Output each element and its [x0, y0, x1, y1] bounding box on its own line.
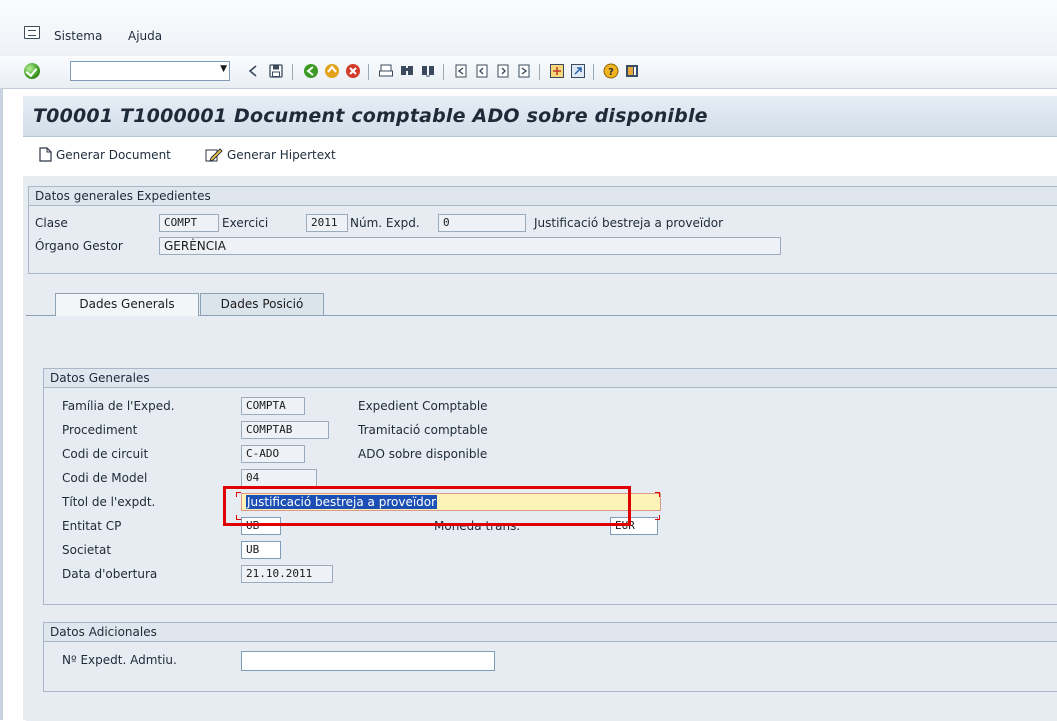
- menu-bar: Sistema Ajuda: [0, 0, 1057, 57]
- find-icon[interactable]: [399, 63, 415, 79]
- back-green-icon[interactable]: [303, 63, 319, 79]
- circuit-field[interactable]: C-ADO: [241, 445, 305, 463]
- familia-label: Família de l'Exped.: [62, 399, 175, 413]
- model-label: Codi de Model: [62, 471, 148, 485]
- generar-hipertext-button[interactable]: Generar Hipertext: [205, 147, 336, 162]
- circuit-label: Codi de circuit: [62, 447, 149, 461]
- expedt-admtiu-field[interactable]: [241, 651, 495, 671]
- toolbar-separator: [443, 64, 444, 80]
- procediment-label: Procediment: [62, 423, 138, 437]
- tab-dades-generals[interactable]: Dades Generals: [55, 293, 199, 316]
- main-content: Datos generales Expedientes Clase COMPT …: [23, 176, 1057, 721]
- tab-dades-posicio[interactable]: Dades Posició: [200, 293, 324, 315]
- organo-gestor-field[interactable]: GERÈNCIA: [159, 237, 781, 255]
- page-title: T00001 T1000001 Document comptable ADO s…: [33, 105, 708, 127]
- datos-adicionales-group: Datos Adicionales Nº Expedt. Admtiu.: [43, 622, 1057, 692]
- command-field[interactable]: ▼: [70, 61, 230, 81]
- menu-ajuda[interactable]: Ajuda: [128, 29, 162, 43]
- obertura-label: Data d'obertura: [62, 567, 158, 581]
- generar-hipertext-label: Generar Hipertext: [227, 147, 336, 162]
- find-next-icon[interactable]: [420, 63, 436, 79]
- next-page-icon[interactable]: [495, 63, 511, 79]
- shortcut-icon[interactable]: [570, 63, 586, 79]
- first-page-icon[interactable]: [453, 63, 469, 79]
- moneda-field[interactable]: EUR: [610, 517, 658, 535]
- expedient-description: Justificació bestreja a proveïdor: [534, 216, 724, 230]
- highlight-corner: [236, 515, 241, 520]
- model-field[interactable]: 04: [241, 469, 317, 487]
- print-icon[interactable]: [378, 63, 394, 79]
- expedientes-group: Datos generales Expedientes Clase COMPT …: [28, 186, 1057, 274]
- application-toolbar: Generar Document Generar Hipertext: [23, 137, 1057, 175]
- titol-field[interactable]: Justificació bestreja a proveïdor: [241, 493, 661, 511]
- title-bar: T00001 T1000001 Document comptable ADO s…: [23, 96, 1057, 137]
- titol-value: Justificació bestreja a proveïdor: [246, 495, 438, 509]
- moneda-label: Moneda trans.: [434, 519, 521, 533]
- expedt-admtiu-label: Nº Expedt. Admtiu.: [62, 653, 177, 667]
- document-icon: [39, 147, 52, 162]
- exercici-label: Exercici: [222, 216, 269, 230]
- create-session-icon[interactable]: [549, 63, 565, 79]
- exercici-field[interactable]: 2011: [306, 214, 348, 232]
- group-title: Datos generales Expedientes: [29, 187, 1057, 206]
- help-icon[interactable]: ?: [603, 63, 619, 79]
- datos-generales-group: Datos Generales Família de l'Exped. COMP…: [43, 368, 1057, 605]
- organo-gestor-label: Órgano Gestor: [35, 239, 123, 253]
- entitat-label: Entitat CP: [62, 519, 122, 533]
- menu-icon[interactable]: [24, 26, 40, 39]
- edit-pencil-icon: [205, 148, 223, 162]
- highlight-corner: [236, 492, 241, 497]
- highlight-corner: [655, 492, 660, 497]
- procediment-field[interactable]: COMPTAB: [241, 421, 329, 439]
- frame-edge: [0, 88, 3, 720]
- societat-field[interactable]: UB: [241, 541, 281, 559]
- titol-label: Títol de l'expdt.: [62, 495, 156, 509]
- entitat-field[interactable]: UB: [241, 517, 281, 535]
- exit-icon[interactable]: [324, 63, 340, 79]
- num-expd-label: Núm. Expd.: [350, 216, 420, 230]
- num-expd-field[interactable]: 0: [438, 214, 526, 232]
- clase-label: Clase: [35, 216, 68, 230]
- procediment-description: Tramitació comptable: [358, 423, 488, 437]
- group-title: Datos Generales: [44, 369, 1057, 388]
- cancel-icon[interactable]: [345, 63, 361, 79]
- tab-strip: Dades Generals Dades Posició: [43, 293, 1057, 316]
- layout-icon[interactable]: [624, 63, 640, 79]
- toolbar-separator: [292, 64, 293, 80]
- familia-field[interactable]: COMPTA: [241, 397, 305, 415]
- group-title: Datos Adicionales: [44, 623, 1057, 642]
- back-icon[interactable]: [245, 63, 261, 79]
- ok-icon[interactable]: [24, 63, 40, 79]
- familia-description: Expedient Comptable: [358, 399, 488, 413]
- last-page-icon[interactable]: [516, 63, 532, 79]
- toolbar-separator: [368, 64, 369, 80]
- menu-sistema[interactable]: Sistema: [54, 29, 102, 43]
- obertura-field[interactable]: 21.10.2011: [241, 565, 333, 583]
- generar-document-button[interactable]: Generar Document: [39, 147, 171, 162]
- chevron-down-icon[interactable]: ▼: [220, 64, 227, 74]
- circuit-description: ADO sobre disponible: [358, 447, 488, 461]
- tab-panel: Datos Generales Família de l'Exped. COMP…: [26, 315, 1057, 721]
- save-icon[interactable]: [268, 63, 284, 79]
- svg-text:?: ?: [608, 67, 614, 78]
- toolbar-separator: [593, 64, 594, 80]
- generar-document-label: Generar Document: [56, 147, 171, 162]
- societat-label: Societat: [62, 543, 112, 557]
- clase-field[interactable]: COMPT: [159, 214, 219, 232]
- toolbar-separator: [539, 64, 540, 80]
- prev-page-icon[interactable]: [474, 63, 490, 79]
- highlight-corner: [655, 515, 660, 520]
